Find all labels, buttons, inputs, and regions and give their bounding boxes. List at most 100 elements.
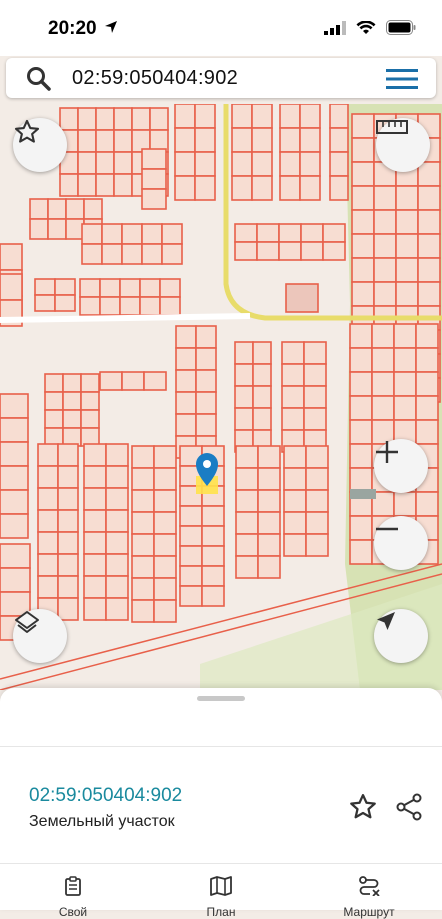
parcel (305, 533, 329, 557)
parcel (59, 107, 79, 131)
parcel (373, 257, 397, 283)
parcel (395, 209, 419, 235)
parcel (131, 489, 155, 513)
search-input[interactable]: 02:59:050404:902 (72, 67, 238, 90)
parcel (300, 223, 324, 243)
menu-icon[interactable] (386, 68, 418, 95)
parcel (141, 168, 167, 190)
parcel (105, 597, 129, 621)
parcel (417, 233, 441, 259)
my-location-button[interactable] (374, 609, 428, 663)
map-canvas[interactable] (0, 104, 442, 690)
parcel (415, 323, 439, 349)
zoom-out-button[interactable] (374, 516, 428, 570)
parcel (329, 151, 349, 177)
parcel (44, 409, 64, 429)
parcel (415, 491, 439, 517)
parcel (373, 185, 397, 211)
tab-route[interactable]: Маршрут (309, 876, 429, 919)
parcel (57, 597, 79, 621)
parcel (279, 175, 301, 201)
parcel (279, 127, 301, 153)
share-button[interactable] (394, 792, 424, 827)
parcel (257, 511, 281, 535)
parcel (119, 278, 141, 298)
parcel (283, 533, 307, 557)
zoom-in-button[interactable] (374, 439, 428, 493)
parcel (305, 445, 329, 469)
parcel (371, 395, 395, 421)
parcel (77, 151, 97, 175)
parcel (349, 515, 373, 541)
parcel (105, 443, 129, 467)
parcel (329, 104, 349, 129)
parcel (179, 525, 203, 547)
parcel-cadastral-number[interactable]: 02:59:050404:902 (29, 785, 182, 807)
parcel (395, 233, 419, 259)
ruler-icon (376, 120, 408, 134)
parcel (83, 443, 107, 467)
parcel (83, 575, 107, 599)
parcel-block (281, 341, 327, 453)
sheet-drag-handle[interactable] (197, 696, 245, 701)
parcel (417, 209, 441, 235)
layers-button[interactable] (13, 609, 67, 663)
parcel (322, 241, 346, 261)
parcel (59, 173, 79, 197)
parcel (161, 243, 183, 265)
star-icon (350, 794, 376, 819)
search-bar[interactable]: 02:59:050404:902 (6, 58, 436, 98)
parcel (44, 391, 64, 411)
parcel-block (81, 223, 183, 265)
parcel (351, 281, 375, 307)
parcel (300, 241, 324, 261)
parcel (234, 241, 258, 261)
ruler-button[interactable] (376, 118, 430, 172)
parcel (57, 443, 79, 467)
layers-icon (15, 611, 39, 633)
tab-info-label: Свой (58, 905, 88, 919)
parcel (349, 323, 373, 349)
cadastral-map[interactable] (0, 104, 442, 690)
parcel (231, 104, 253, 129)
parcel (351, 113, 375, 139)
add-favorite-button[interactable] (348, 792, 378, 827)
parcel-block (83, 443, 129, 621)
parcel (0, 417, 29, 443)
parcel (257, 533, 281, 557)
parcel (393, 347, 417, 373)
parcel (83, 553, 107, 577)
parcel (37, 465, 59, 489)
parcel (231, 151, 253, 177)
parcel (34, 278, 56, 296)
favorites-button[interactable] (13, 118, 67, 172)
parcel (195, 369, 217, 393)
parcel (194, 104, 216, 129)
parcel (278, 223, 302, 243)
parcel (131, 533, 155, 557)
parcel (299, 175, 321, 201)
parcel (415, 347, 439, 373)
parcel (415, 395, 439, 421)
parcel (351, 209, 375, 235)
parcel (256, 241, 280, 261)
parcel (153, 489, 177, 513)
parcel (174, 127, 196, 153)
parcel (351, 161, 375, 187)
parcel (153, 511, 177, 535)
search-icon[interactable] (26, 66, 52, 97)
parcel (65, 198, 85, 220)
parcel (57, 487, 79, 511)
parcel (62, 391, 82, 411)
parcel (175, 413, 197, 437)
parcel (121, 371, 145, 391)
tab-info[interactable]: Свой (13, 876, 133, 919)
parcel-block (0, 393, 29, 539)
parcel (299, 151, 321, 177)
status-bar: 20:20 (0, 0, 442, 56)
parcel (47, 198, 67, 220)
star-icon (14, 119, 40, 143)
parcel (0, 393, 29, 419)
parcel-info-sheet[interactable]: 02:59:050404:902 Земельный участок Свой … (0, 688, 442, 919)
tab-plan[interactable]: План (161, 876, 281, 919)
